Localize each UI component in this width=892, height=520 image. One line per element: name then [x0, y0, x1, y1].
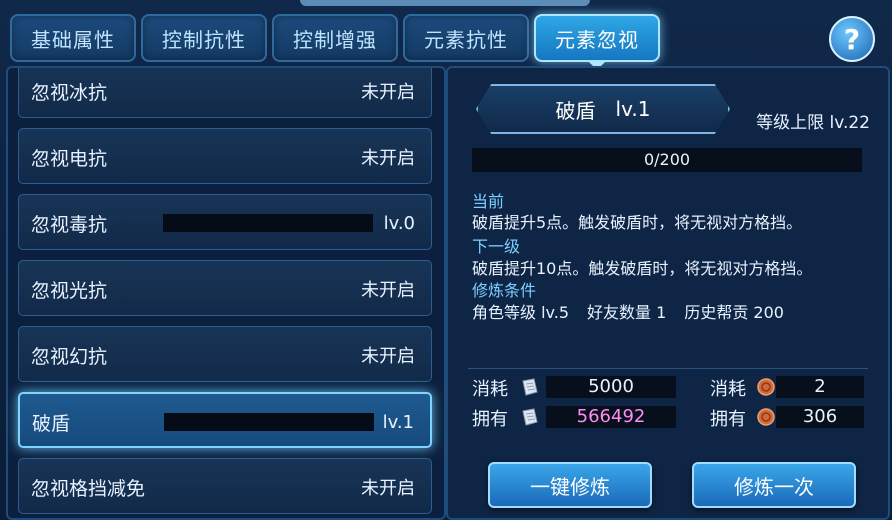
- tab-element-ignore[interactable]: 元素忽视: [534, 14, 660, 70]
- list-item-status: 未开启: [361, 346, 415, 367]
- list-item-level: lv.0: [383, 212, 415, 234]
- level-progress-bar: [164, 413, 374, 431]
- tab-base-attributes[interactable]: 基础属性: [10, 14, 136, 62]
- condition-role-level: 角色等级 lv.5: [472, 303, 570, 322]
- button-label: 修炼一次: [734, 474, 814, 499]
- list-item-name: 忽视电抗: [31, 147, 108, 170]
- one-click-train-button[interactable]: 一键修炼: [488, 462, 652, 508]
- divider: [468, 368, 868, 369]
- train-once-button[interactable]: 修炼一次: [692, 462, 856, 508]
- skill-name: 破盾: [555, 98, 596, 123]
- list-item-ignore-ice[interactable]: 忽视冰抗 未开启: [18, 68, 432, 118]
- list-item-shield-break[interactable]: 破盾 lv.1: [18, 392, 432, 448]
- top-frame-decoration: [300, 0, 590, 6]
- list-item-status: 未开启: [361, 478, 415, 499]
- level-limit: 等级上限 lv.22: [756, 113, 870, 133]
- condition-friends: 好友数量 1: [587, 303, 667, 322]
- level-progress-bar: [163, 214, 373, 232]
- list-item-name: 忽视格挡减免: [31, 477, 146, 500]
- scroll-icon: [522, 408, 538, 426]
- exp-progress-bar: 0/200: [472, 148, 862, 172]
- tab-control-resist[interactable]: 控制抗性: [141, 14, 267, 62]
- skill-level: lv.1: [615, 97, 651, 121]
- scroll-own-value: 566492: [546, 406, 676, 428]
- tab-label: 元素忽视: [555, 27, 639, 52]
- scroll-icon: [522, 378, 538, 396]
- list-item-name: 忽视幻抗: [31, 345, 108, 368]
- list-item-status: 未开启: [361, 280, 415, 301]
- list-item-name: 忽视冰抗: [31, 81, 108, 104]
- list-item-status: 未开启: [361, 82, 415, 103]
- game-window: 基础属性 控制抗性 控制增强 元素抗性 元素忽视 ? 忽视冰抗 未开启 忽视电抗…: [0, 0, 892, 520]
- list-item-ignore-electric[interactable]: 忽视电抗 未开启: [18, 128, 432, 184]
- list-item-status: 未开启: [361, 148, 415, 169]
- coin-consume-value: 2: [776, 376, 864, 398]
- list-item-name: 忽视光抗: [31, 279, 108, 302]
- button-label: 一键修炼: [530, 474, 610, 499]
- conditions-list: 角色等级 lv.5 好友数量 1 历史帮贡 200: [472, 299, 802, 323]
- list-item-ignore-block-reduction[interactable]: 忽视格挡减免 未开启: [18, 458, 432, 514]
- list-item-name: 忽视毒抗: [31, 213, 108, 236]
- coin-own-value: 306: [776, 406, 864, 428]
- next-level-label: 下一级: [472, 237, 521, 256]
- coin-consume-label: 消耗: [710, 379, 746, 400]
- coin-icon: [757, 378, 775, 396]
- tab-label: 控制抗性: [162, 27, 246, 52]
- skill-title-plate: 破盾 lv.1: [476, 84, 730, 134]
- tab-label: 基础属性: [31, 27, 115, 52]
- help-icon: ?: [843, 22, 861, 56]
- next-level-desc: 破盾提升10点。触发破盾时，将无视对方格挡。: [472, 259, 813, 278]
- scroll-consume-label: 消耗: [472, 379, 508, 400]
- detail-panel: 破盾 lv.1 等级上限 lv.22 0/200 当前 破盾提升5点。触发破盾时…: [446, 66, 890, 520]
- list-item-name: 破盾: [32, 412, 71, 435]
- exp-progress-text: 0/200: [643, 150, 691, 169]
- tab-control-boost[interactable]: 控制增强: [272, 14, 398, 62]
- coin-own-label: 拥有: [710, 409, 746, 430]
- condition-contribution: 历史帮贡 200: [684, 303, 784, 322]
- list-item-ignore-poison[interactable]: 忽视毒抗 lv.0: [18, 194, 432, 250]
- coin-icon: [757, 408, 775, 426]
- list-item-ignore-illusion[interactable]: 忽视幻抗 未开启: [18, 326, 432, 382]
- list-item-ignore-light[interactable]: 忽视光抗 未开启: [18, 260, 432, 316]
- help-button[interactable]: ?: [829, 16, 875, 62]
- skill-list[interactable]: 忽视冰抗 未开启 忽视电抗 未开启 忽视毒抗 lv.0 忽视光抗 未开启 忽视幻…: [6, 66, 446, 520]
- tab-label: 元素抗性: [424, 27, 508, 52]
- tab-label: 控制增强: [293, 27, 377, 52]
- current-desc: 破盾提升5点。触发破盾时，将无视对方格挡。: [472, 213, 803, 232]
- conditions-label: 修炼条件: [472, 281, 537, 300]
- scroll-consume-value: 5000: [546, 376, 676, 398]
- list-item-level: lv.1: [382, 411, 414, 433]
- scroll-own-label: 拥有: [472, 409, 508, 430]
- tab-element-resist[interactable]: 元素抗性: [403, 14, 529, 62]
